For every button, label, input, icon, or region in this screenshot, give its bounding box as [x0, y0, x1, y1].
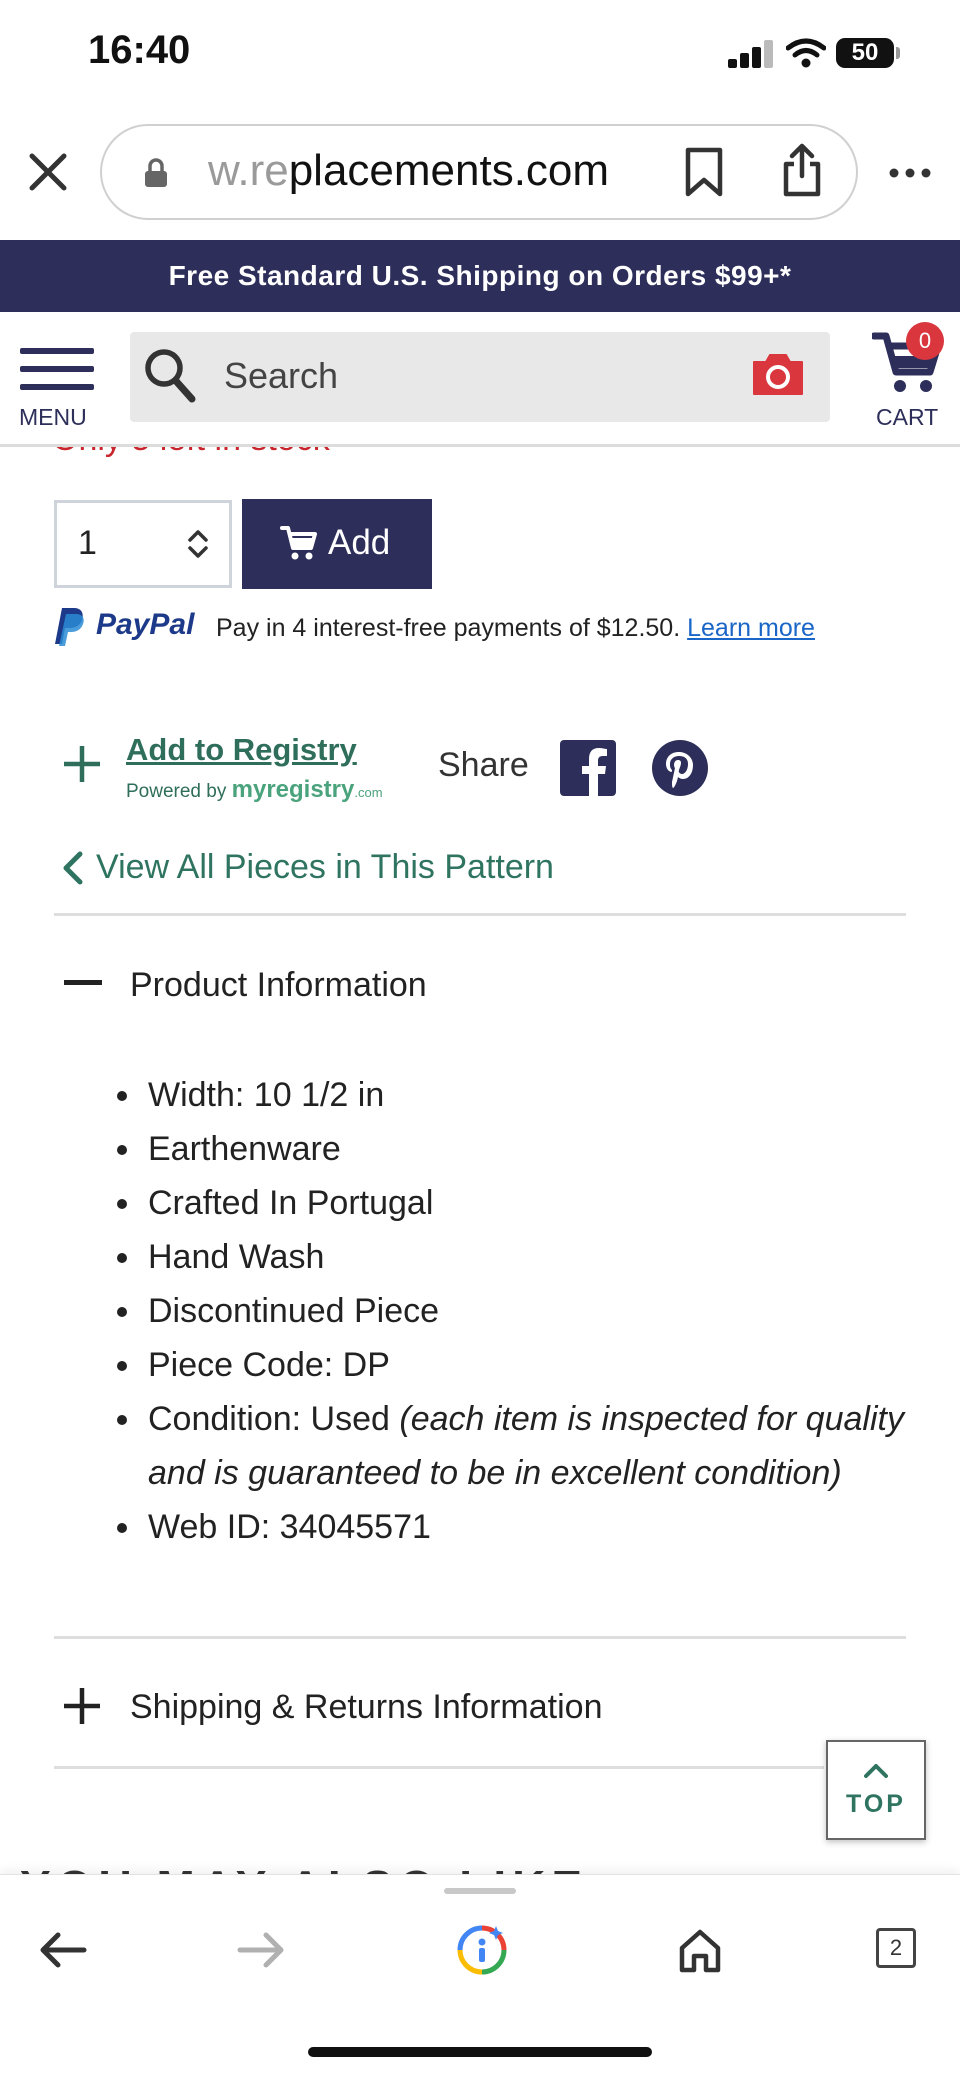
cart-count-badge: 0 [906, 322, 944, 360]
cellular-signal-icon [728, 40, 773, 68]
detail-condition: Condition: Used (each item is inspected … [144, 1392, 904, 1500]
paypal-learn-more-link[interactable]: Learn more [687, 614, 815, 642]
product-details-list: Width: 10 1/2 in Earthenware Crafted In … [104, 1068, 904, 1554]
paypal-offer-text: Pay in 4 interest-free payments of $12.5… [216, 614, 681, 642]
product-info-title: Product Information [130, 966, 427, 1004]
status-time: 16:40 [88, 28, 191, 72]
divider [54, 1766, 824, 1769]
tabs-count-button[interactable]: 2 [876, 1928, 916, 1968]
home-indicator [308, 2047, 652, 2057]
battery-nub [896, 47, 900, 59]
add-button-label: Add [328, 523, 391, 562]
battery-indicator: 50 [836, 38, 894, 68]
url-domain: placements.com [288, 146, 610, 195]
wifi-icon [786, 38, 826, 68]
myregistry-logo: myregistry [231, 776, 355, 803]
detail-material: Earthenware [144, 1122, 904, 1176]
close-icon[interactable] [28, 152, 68, 192]
drag-handle[interactable] [444, 1888, 516, 1894]
forward-arrow-icon[interactable] [236, 1930, 286, 1970]
divider [54, 913, 906, 916]
share-page-icon[interactable] [780, 142, 824, 198]
home-icon[interactable] [676, 1926, 724, 1974]
quantity-value: 1 [78, 524, 97, 562]
camera-search-icon[interactable] [750, 350, 806, 398]
lock-icon [145, 158, 167, 187]
pinterest-icon[interactable] [652, 740, 708, 796]
menu-label: MENU [19, 404, 87, 430]
registry-powered-by: Powered by myregistry.com [126, 776, 383, 804]
google-lens-icon[interactable] [454, 1922, 510, 1978]
divider [54, 1636, 906, 1639]
condition-label: Condition: Used [148, 1400, 390, 1438]
share-label: Share [438, 746, 529, 784]
chevron-left-icon [63, 851, 83, 885]
top-label: TOP [846, 1790, 906, 1818]
back-arrow-icon[interactable] [38, 1930, 88, 1970]
view-all-pieces-link[interactable]: View All Pieces in This Pattern [96, 848, 554, 887]
add-to-registry-link[interactable]: Add to Registry [126, 732, 357, 768]
paypal-brand: PayPal [96, 608, 195, 641]
cart-label: CART [876, 404, 939, 430]
bookmark-icon[interactable] [682, 146, 726, 198]
shipping-returns-title: Shipping & Returns Information [130, 1688, 603, 1726]
paypal-logo-icon [55, 608, 84, 646]
detail-width: Width: 10 1/2 in [144, 1068, 904, 1122]
collapse-minus-icon [64, 980, 102, 985]
detail-piece-code: Piece Code: DP [144, 1338, 904, 1392]
search-placeholder: Search [224, 355, 339, 396]
expand-plus-icon [64, 1688, 100, 1724]
myregistry-logo-suffix: .com [354, 785, 383, 800]
detail-care: Hand Wash [144, 1230, 904, 1284]
detail-web-id: Web ID: 34045571 [144, 1500, 904, 1554]
chevron-up-down-icon[interactable] [186, 528, 210, 560]
powered-by-text: Powered by [126, 781, 227, 802]
paypal-offer: Pay in 4 interest-free payments of $12.5… [216, 614, 815, 643]
url-text: w.replacements.com [208, 146, 609, 196]
chevron-up-icon [864, 1764, 888, 1778]
more-options-icon[interactable] [888, 166, 932, 180]
shipping-banner[interactable]: Free Standard U.S. Shipping on Orders $9… [0, 240, 960, 312]
plus-icon[interactable] [62, 744, 102, 784]
url-faded-part: w.re [208, 146, 289, 195]
facebook-icon[interactable] [560, 740, 616, 796]
cart-add-icon [280, 526, 317, 560]
detail-discontinued: Discontinued Piece [144, 1284, 904, 1338]
detail-origin: Crafted In Portugal [144, 1176, 904, 1230]
search-icon [145, 349, 196, 403]
